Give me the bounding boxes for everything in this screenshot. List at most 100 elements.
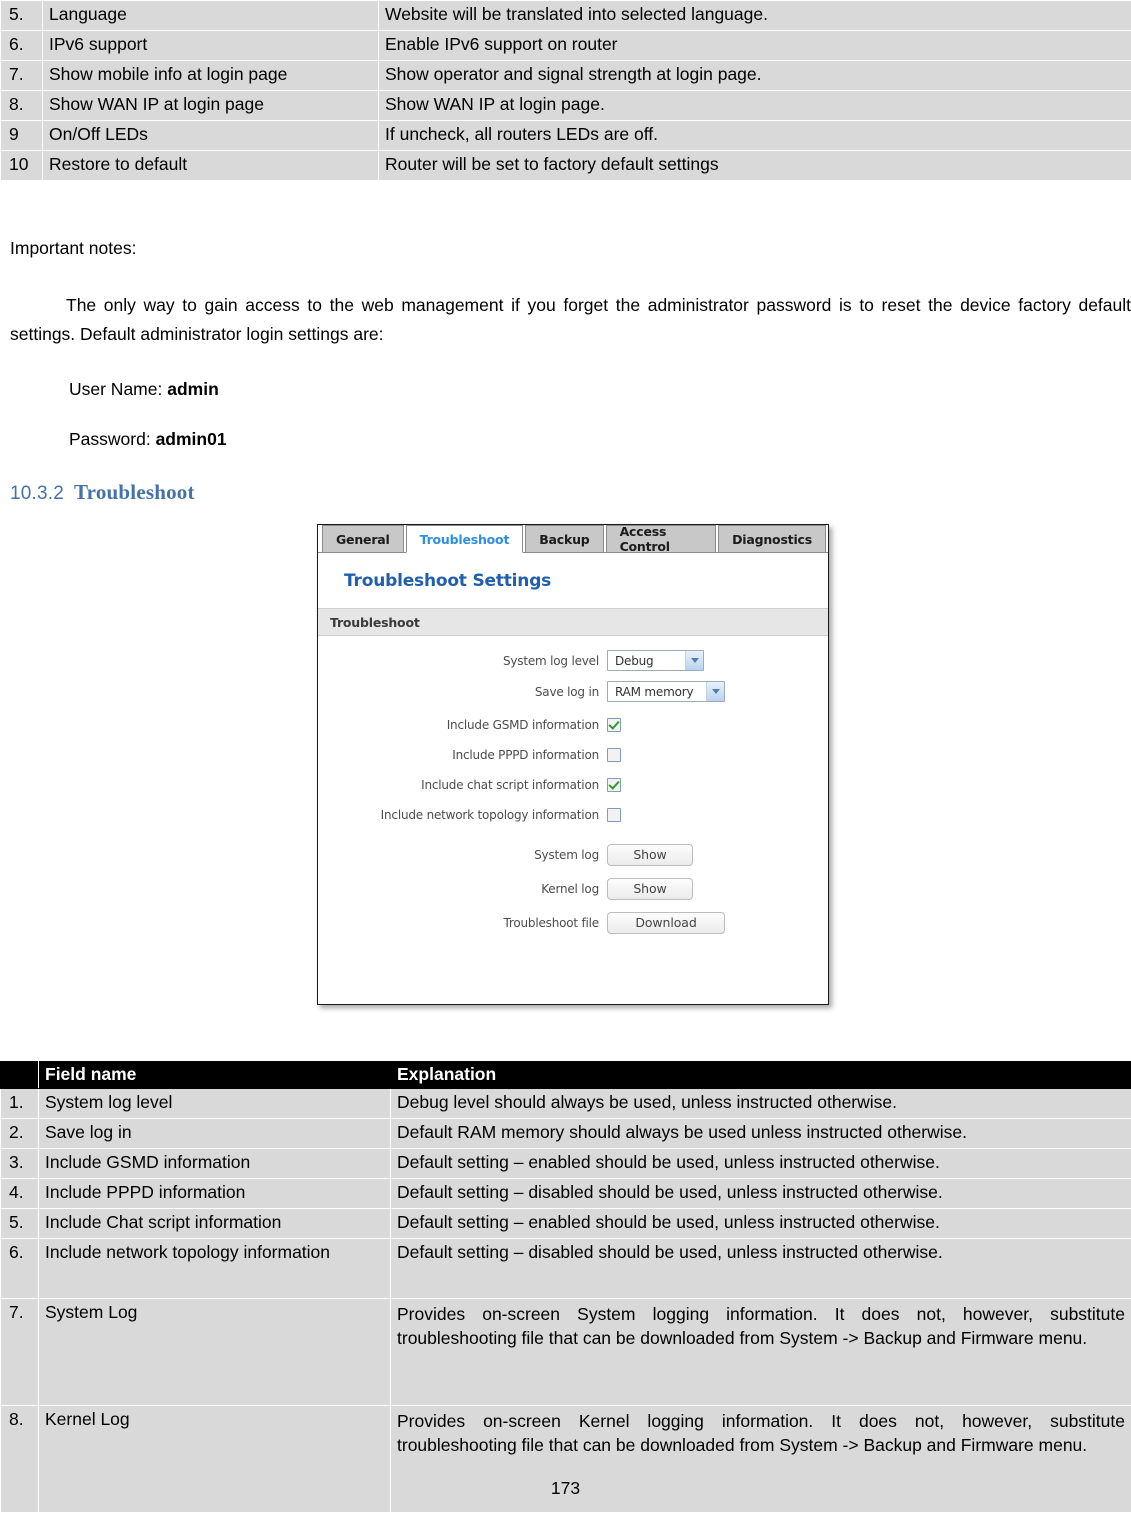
kernel-log-control: Show (607, 878, 693, 900)
row-number: 8. (1, 91, 43, 121)
include-network-topology-label: Include network topology information (318, 808, 607, 822)
row-field-name: Include GSMD information (39, 1148, 391, 1178)
form-row-include-gsmd: Include GSMD information (318, 718, 828, 732)
include-chat-script-control (607, 778, 621, 792)
chevron-down-icon[interactable] (685, 651, 703, 670)
include-gsmd-checkbox[interactable] (607, 718, 621, 732)
table-header-row: Field name Explanation (1, 1062, 1131, 1089)
row-field-name: IPv6 support (43, 31, 379, 61)
form-row-system-log: System log Show (318, 844, 828, 866)
table-row: 7. Show mobile info at login page Show o… (1, 61, 1131, 91)
save-log-in-control: RAM memory (607, 681, 725, 702)
header-explanation: Explanation (391, 1062, 1131, 1089)
tab-troubleshoot[interactable]: Troubleshoot (406, 525, 524, 553)
row-number: 5. (1, 1208, 39, 1238)
row-field-name: Restore to default (43, 151, 379, 181)
include-gsmd-label: Include GSMD information (318, 718, 607, 732)
table-row: 3. Include GSMD information Default sett… (1, 1148, 1131, 1178)
bottom-table-head: Field name Explanation (1, 1062, 1131, 1089)
row-explanation: Router will be set to factory default se… (379, 151, 1131, 181)
top-table-body: 5. Language Website will be translated i… (1, 1, 1131, 181)
tab-general[interactable]: General (322, 525, 404, 552)
include-gsmd-control (607, 718, 621, 732)
system-log-level-label: System log level (318, 654, 607, 668)
form-row-kernel-log: Kernel log Show (318, 878, 828, 900)
row-field-name: System Log (39, 1298, 391, 1405)
save-log-in-select[interactable]: RAM memory (607, 681, 725, 702)
important-notes-label: Important notes: (10, 240, 136, 258)
password-value: admin01 (156, 429, 227, 449)
table-row: 5. Language Website will be translated i… (1, 1, 1131, 31)
save-log-in-value: RAM memory (608, 682, 706, 701)
row-explanation: Provides on-screen System logging inform… (391, 1298, 1131, 1405)
row-explanation: Debug level should always be used, unles… (391, 1088, 1131, 1118)
table-row: 4. Include PPPD information Default sett… (1, 1178, 1131, 1208)
row-field-name: Language (43, 1, 379, 31)
form-row-include-network-topology: Include network topology information (318, 808, 828, 822)
section-heading: 10.3.2Troubleshoot (10, 480, 195, 505)
section-header-bar: Troubleshoot (318, 608, 828, 636)
table-row: 5. Include Chat script information Defau… (1, 1208, 1131, 1238)
row-field-name: Include Chat script information (39, 1208, 391, 1238)
row-explanation: Default setting – disabled should be use… (391, 1238, 1131, 1298)
form-row-include-chat-script: Include chat script information (318, 778, 828, 792)
row-number: 5. (1, 1, 43, 31)
include-pppd-checkbox[interactable] (607, 748, 621, 762)
system-log-level-value: Debug (608, 651, 685, 670)
form-row-save-log-in: Save log in RAM memory (318, 681, 828, 702)
table-row: 6. IPv6 support Enable IPv6 support on r… (1, 31, 1131, 61)
troubleshoot-file-download-button[interactable]: Download (607, 912, 725, 934)
row-field-name: Save log in (39, 1118, 391, 1148)
kernel-log-show-button[interactable]: Show (607, 878, 693, 900)
include-network-topology-control (607, 808, 621, 822)
include-chat-script-checkbox[interactable] (607, 778, 621, 792)
table-row: 9 On/Off LEDs If uncheck, all routers LE… (1, 121, 1131, 151)
row-field-name: Include network topology information (39, 1238, 391, 1298)
form-row-include-pppd: Include PPPD information (318, 748, 828, 762)
chevron-down-icon[interactable] (706, 682, 724, 701)
default-username-line: User Name: admin (69, 381, 219, 399)
username-label: User Name: (69, 379, 162, 399)
row-number: 6. (1, 31, 43, 61)
table-row: 7. System Log Provides on-screen System … (1, 1298, 1131, 1405)
table-row: 1. System log level Debug level should a… (1, 1088, 1131, 1118)
row-number: 7. (1, 61, 43, 91)
system-log-show-button[interactable]: Show (607, 844, 693, 866)
table-row: 8. Show WAN IP at login page Show WAN IP… (1, 91, 1131, 121)
table-row: 2. Save log in Default RAM memory should… (1, 1118, 1131, 1148)
troubleshoot-form: System log level Debug Save log in RAM m… (318, 636, 828, 934)
tab-access-control[interactable]: Access Control (606, 525, 717, 552)
row-explanation: Show WAN IP at login page. (379, 91, 1131, 121)
tab-diagnostics[interactable]: Diagnostics (718, 525, 826, 552)
row-field-name: Show mobile info at login page (43, 61, 379, 91)
tab-bar: General Troubleshoot Backup Access Contr… (318, 525, 828, 553)
save-log-in-label: Save log in (318, 685, 607, 699)
row-number: 6. (1, 1238, 39, 1298)
row-field-name: Show WAN IP at login page (43, 91, 379, 121)
row-field-name: System log level (39, 1088, 391, 1118)
form-row-troubleshoot-file: Troubleshoot file Download (318, 912, 828, 934)
page-title: Troubleshoot Settings (318, 553, 828, 591)
router-ui-screenshot: General Troubleshoot Backup Access Contr… (317, 524, 829, 1005)
row-number: 1. (1, 1088, 39, 1118)
tab-backup[interactable]: Backup (525, 525, 603, 552)
row-explanation: Enable IPv6 support on router (379, 31, 1131, 61)
system-log-level-select[interactable]: Debug (607, 650, 704, 671)
row-explanation: Default setting – disabled should be use… (391, 1178, 1131, 1208)
row-explanation: If uncheck, all routers LEDs are off. (379, 121, 1131, 151)
include-network-topology-checkbox[interactable] (607, 808, 621, 822)
row-field-name: On/Off LEDs (43, 121, 379, 151)
header-number (1, 1062, 39, 1089)
password-label: Password: (69, 429, 151, 449)
table-row: 10 Restore to default Router will be set… (1, 151, 1131, 181)
row-explanation: Default setting – enabled should be used… (391, 1148, 1131, 1178)
default-password-line: Password: admin01 (69, 431, 227, 449)
row-number: 2. (1, 1118, 39, 1148)
system-log-level-control: Debug (607, 650, 704, 671)
header-field-name: Field name (39, 1062, 391, 1089)
page-number: 173 (0, 1478, 1131, 1499)
section-heading-title: Troubleshoot (74, 480, 195, 504)
troubleshoot-field-table: Field name Explanation 1. System log lev… (0, 1061, 1131, 1513)
row-explanation: Default RAM memory should always be used… (391, 1118, 1131, 1148)
row-number: 3. (1, 1148, 39, 1178)
